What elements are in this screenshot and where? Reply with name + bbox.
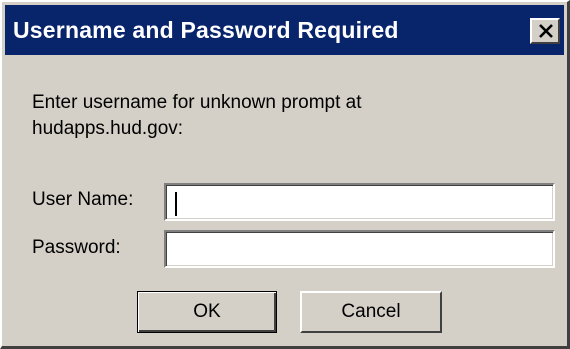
prompt-line-2: hudapps.hud.gov: (32, 118, 184, 139)
close-button[interactable] (530, 18, 560, 44)
cancel-button-label: Cancel (341, 301, 401, 322)
prompt-line-1: Enter username for unknown prompt at (32, 92, 362, 113)
username-label: User Name: (32, 189, 134, 210)
ok-button[interactable]: OK (137, 291, 277, 333)
username-field[interactable] (164, 183, 555, 221)
dialog-title: Username and Password Required (13, 17, 399, 43)
cancel-button[interactable]: Cancel (300, 291, 442, 333)
title-bar[interactable]: Username and Password Required (5, 5, 564, 55)
prompt-message: Enter username for unknown prompt at hud… (32, 90, 472, 142)
login-dialog: Username and Password Required Enter use… (0, 0, 570, 349)
text-caret (175, 192, 177, 216)
close-icon (539, 24, 553, 38)
password-label: Password: (32, 237, 121, 258)
password-field[interactable] (164, 230, 555, 268)
ok-button-label: OK (193, 301, 221, 322)
